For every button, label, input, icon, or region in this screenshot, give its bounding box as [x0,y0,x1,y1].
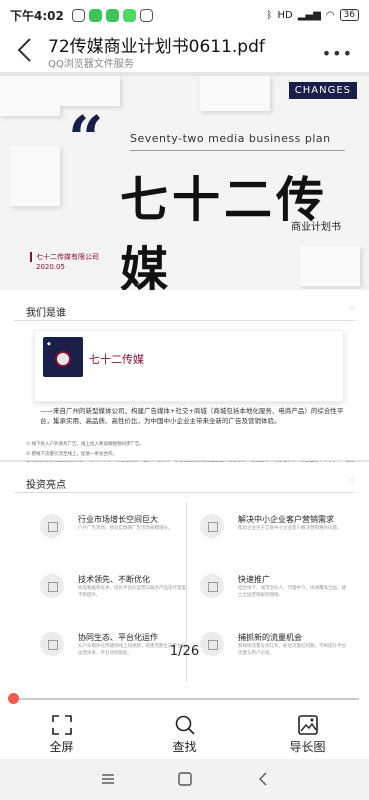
divider [14,492,355,493]
back-nav-icon[interactable] [255,771,271,787]
target-icon [200,514,224,538]
messages-icon [122,8,136,22]
divider [14,320,355,321]
highlight-desc: 结合线下、城市合伙人、代理中介，快速覆盖全国，建立全国营销服务网络。 [238,586,346,598]
brand-name: 七十二传媒 [89,353,144,366]
search-label: 查找 [172,740,197,754]
status-right: ᛒ HD ▂▄▆ ◠ 36 [266,9,359,21]
gear-icon [40,574,64,598]
cube-decoration [200,76,270,111]
wechat-icon-2 [105,8,119,22]
fullscreen-label: 全屏 [49,740,74,754]
highlight-title: 捕抓新的流量机会 [238,633,302,642]
signal-label: HD [277,9,293,21]
cover-date: 2020.05 [36,263,65,271]
highlight-title: 技术领先、不断优化 [78,575,150,584]
status-time: 下午4:02 [10,8,64,23]
chart-icon [40,514,64,538]
cover-company: 七十二传媒有限公司 [30,252,99,262]
document-title: 72传媒商业计划书0611.pdf [48,37,265,57]
brand-logo-mark: ◆ [47,341,51,347]
people-icon [200,574,224,598]
open-quote-mark: “ [68,102,104,175]
monkey-logo-icon [55,351,71,367]
bullet-item: ① 线下投入户外商务广告，线上投入移动端视频同步广告。 [26,442,144,447]
section-title: 投资亮点 [26,480,66,491]
back-icon[interactable] [14,36,36,64]
highlight-desc: 依靠数据和技术，优化平台的运营与服务产品迭代速度不断提升。 [78,586,186,598]
fullscreen-button[interactable]: 全屏 [0,711,123,759]
bullet-item: ② 把线下流量引流至线上，促进一条龙合作。 [26,451,117,457]
cover-english-title: Seventy-two media business plan [130,132,331,145]
export-long-image-label: 导长图 [289,740,326,754]
battery-icon: 36 [339,9,359,21]
bottom-toolbar: 全屏 查找 导长图 [0,711,369,759]
highlight-title: 解决中小企业客户营销需求 [238,515,334,524]
pdf-viewer[interactable]: CHANGES “ Seventy-two media business pla… [0,72,369,689]
highlight-desc: 户外广告市场、移动互联网广告市场规模增长。 [78,526,173,531]
wifi-icon: ◠ [325,9,335,21]
changes-watermark-icon: ◇ [349,304,355,312]
wechat-icon [88,8,102,22]
cover-subtitle: 商业计划书 [291,222,341,233]
system-nav-bar [0,759,369,800]
search-button[interactable]: 查找 [123,711,246,759]
highlight-desc: 帮助企业主于互联中小企业客户解决营销难的问题。 [238,526,342,531]
signal-icon: ▂▄▆ [297,9,321,21]
progress-track [13,698,359,700]
about-description: ——来自广州的新型媒体公司，构建广告媒体+社交+商城（商城包括本地化服务、电商产… [40,407,344,426]
title-bar: 72传媒商业计划书0611.pdf QQ浏览器文件服务 ••• [0,30,369,72]
home-icon[interactable] [177,771,193,787]
brand-logo: ◆ [43,337,83,377]
highlight-title: 行业市场增长空间巨大 [78,515,158,524]
more-options-icon[interactable]: ••• [322,44,353,63]
alarm-icon [139,8,153,22]
menu-icon[interactable] [100,771,116,787]
notification-icons [71,8,153,22]
highlight-title: 快速推广 [238,575,270,584]
fullscreen-icon [51,715,72,735]
page-indicator: 1/26 [169,644,200,659]
divider [130,150,345,151]
export-long-image-button[interactable]: 导长图 [246,711,369,759]
image-export-icon [297,715,318,735]
brand-card: ◆ 七十二传媒 [34,330,344,402]
page-progress-slider[interactable] [0,689,369,711]
progress-thumb[interactable] [8,693,19,704]
document-source: QQ浏览器文件服务 [48,59,134,70]
status-bar: 下午4:02 ᛒ HD ▂▄▆ ◠ 36 [0,0,369,30]
changes-logo: CHANGES [288,82,357,99]
mute-icon [71,8,85,22]
bluetooth-icon: ᛒ [266,9,273,21]
pdf-page-about: 我们是谁 ◇ ◆ 七十二传媒 ——来自广州的新型媒体公司，构建广告媒体+社交+商… [0,290,369,477]
search-icon [175,715,195,735]
cube-decoration [10,146,60,206]
changes-watermark-icon: ◇ [349,476,355,484]
section-title: 我们是谁 [26,308,66,319]
highlight-title: 协同生态、平台化运作 [78,633,158,642]
cube-decoration [0,76,60,116]
